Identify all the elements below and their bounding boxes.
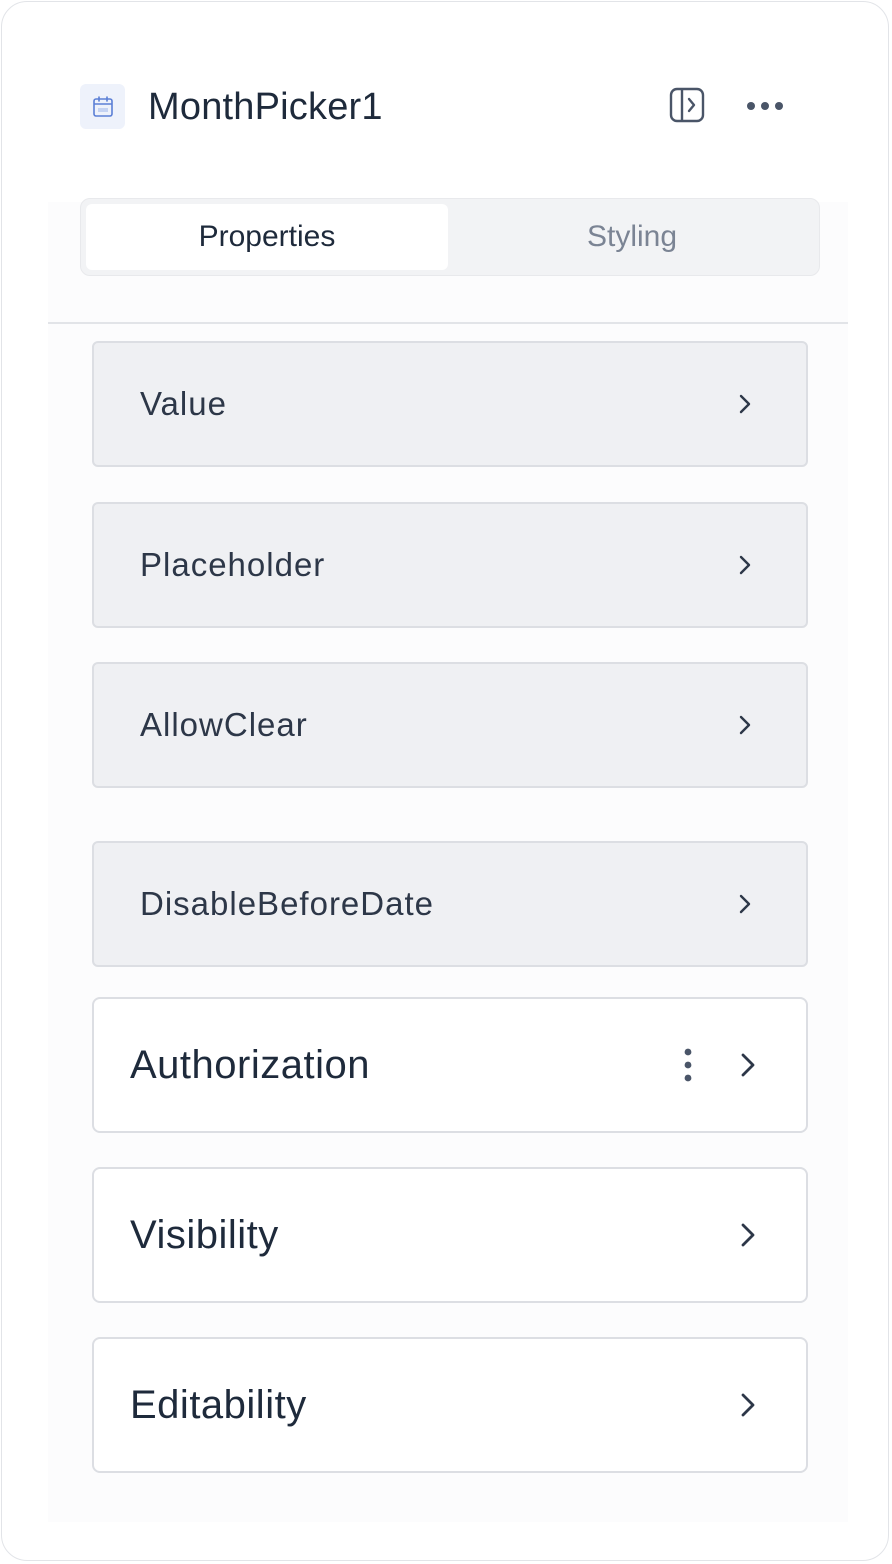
section-visibility[interactable]: Visibility	[92, 1167, 808, 1303]
section-label: Authorization	[130, 1043, 370, 1087]
chevron-right-icon	[734, 891, 756, 917]
property-row-value[interactable]: Value	[92, 341, 808, 467]
chevron-right-icon	[734, 552, 756, 578]
panel-toggle-button[interactable]	[666, 86, 708, 128]
more-horizontal-icon	[746, 98, 784, 116]
panel-header: MonthPicker1	[80, 84, 800, 130]
property-label: AllowClear	[140, 706, 308, 743]
component-title: MonthPicker1	[148, 86, 383, 128]
panel-toggle-icon	[669, 87, 705, 128]
properties-panel: MonthPicker1 Properties Styling Value Pl…	[1, 1, 889, 1561]
chevron-right-icon	[736, 1049, 760, 1081]
tab-properties[interactable]: Properties	[86, 204, 448, 270]
header-divider	[48, 322, 848, 324]
property-label: Placeholder	[140, 546, 326, 583]
calendar-icon	[80, 84, 125, 129]
section-label: Editability	[130, 1383, 307, 1427]
section-authorization[interactable]: Authorization	[92, 997, 808, 1133]
chevron-right-icon	[736, 1219, 760, 1251]
more-options-button[interactable]	[744, 86, 786, 128]
property-label: DisableBeforeDate	[140, 885, 434, 922]
chevron-right-icon	[736, 1389, 760, 1421]
more-vertical-icon[interactable]	[678, 1045, 698, 1085]
tab-bar: Properties Styling	[80, 198, 820, 276]
tab-styling[interactable]: Styling	[451, 204, 813, 270]
property-row-placeholder[interactable]: Placeholder	[92, 502, 808, 628]
property-label: Value	[140, 385, 227, 422]
chevron-right-icon	[734, 712, 756, 738]
property-row-allowclear[interactable]: AllowClear	[92, 662, 808, 788]
section-editability[interactable]: Editability	[92, 1337, 808, 1473]
section-label: Visibility	[130, 1213, 279, 1257]
property-row-disablebeforedate[interactable]: DisableBeforeDate	[92, 841, 808, 967]
chevron-right-icon	[734, 391, 756, 417]
